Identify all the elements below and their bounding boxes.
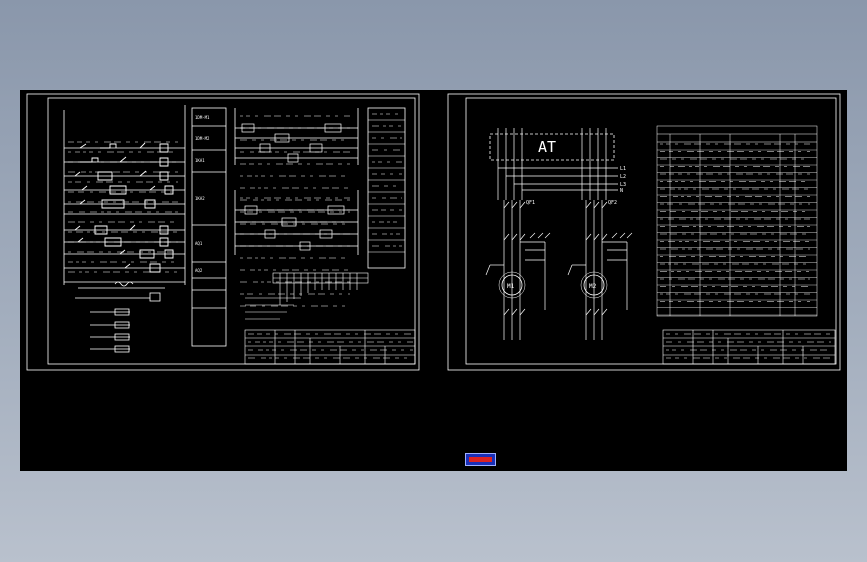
bus-label-4: N [620, 188, 623, 194]
breaker-label-1: QF1 [526, 200, 535, 206]
aux-circuit [75, 281, 165, 353]
bus-lines [498, 167, 618, 191]
branch-2 [567, 200, 633, 340]
view-navigation-mark [469, 457, 492, 462]
side-note-5: AQ1 [195, 241, 203, 246]
right-title-block [662, 329, 836, 365]
transfer-switch-label: AT [538, 138, 556, 156]
side-notes-box [191, 107, 227, 347]
motor-label-1: M1 [507, 283, 515, 290]
cad-canvas: AT QF1 QF2 M1 M2 L1 L2 L3 N 1DM-M1 1DM-M… [26, 93, 841, 371]
side-note-2: 1DM-M2 [195, 136, 210, 141]
view-navigation-widget[interactable] [465, 453, 496, 466]
motor-label-2: M2 [589, 283, 597, 290]
side-note-4: 1KA2 [195, 196, 205, 201]
drawing-viewport[interactable]: AT QF1 QF2 M1 M2 L1 L2 L3 N 1DM-M1 1DM-M… [20, 90, 847, 471]
right-sheet-inner-border [465, 97, 837, 365]
right-sheet-outer-border [447, 93, 841, 371]
bus-label-1: L1 [620, 166, 626, 172]
left-title-block [244, 329, 416, 365]
contact-symbols [74, 142, 174, 273]
branch-1 [485, 200, 551, 340]
components-table [656, 125, 818, 317]
bus-label-2: L2 [620, 174, 626, 180]
left-sheet-outer-border [26, 93, 420, 371]
right-sheet [447, 93, 841, 371]
side-note-6: AQ2 [195, 268, 203, 273]
side-note-3: 1KA1 [195, 158, 205, 163]
side-note-1: 1DM-M1 [195, 115, 210, 120]
breaker-label-2: QF2 [608, 200, 617, 206]
left-sheet [26, 93, 420, 371]
terminal-strip [245, 272, 369, 320]
left-sheet-inner-border [47, 97, 416, 365]
